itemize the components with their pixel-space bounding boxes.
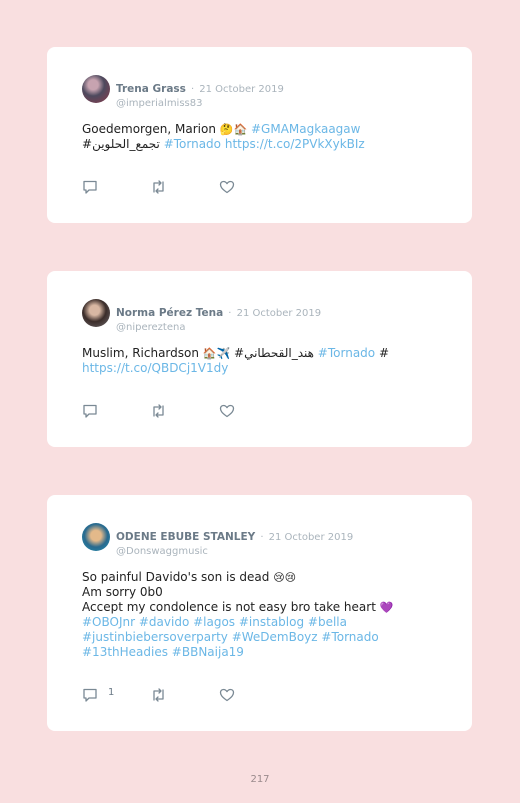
- reply-button[interactable]: 1: [82, 687, 114, 703]
- tweet-date[interactable]: 21 October 2019: [237, 308, 322, 319]
- tweet-line: Muslim, Richardson 🏠✈️ #هند_القحطاني #To…: [82, 346, 442, 361]
- text-segment: #هند_القحطاني: [230, 346, 318, 360]
- url-link[interactable]: https://t.co/QBDCj1V1dy: [82, 361, 228, 375]
- tweet-line: Am sorry 0b0: [82, 585, 442, 600]
- avatar[interactable]: [82, 299, 110, 327]
- hashtag-line[interactable]: #OBOJnr #davido #lagos #instablog #bella: [82, 615, 442, 630]
- tweet-text: So painful Davido's son is dead 😢😢 Am so…: [82, 570, 442, 660]
- tweet-line: Goedemorgen, Marion 🤔🏠 #GMAMagkaagaw: [82, 122, 442, 137]
- reply-button[interactable]: [82, 179, 98, 195]
- meta-separator: ·: [228, 308, 232, 319]
- author-name[interactable]: Trena Grass: [116, 83, 186, 95]
- retweet-icon: [153, 180, 164, 194]
- tweet-card: ODENE EBUBE STANLEY · 21 October 2019 @D…: [47, 495, 472, 731]
- tweet-line: #تجمع_الحلوين #Tornado https://t.co/2PVk…: [82, 137, 442, 152]
- text-segment: Muslim, Richardson: [82, 346, 203, 360]
- author-name[interactable]: ODENE EBUBE STANLEY: [116, 531, 255, 543]
- tweet-meta: Norma Pérez Tena · 21 October 2019 @nipe…: [116, 301, 321, 333]
- retweet-button[interactable]: [150, 179, 167, 195]
- heart-icon: [219, 688, 235, 702]
- tweet-line: So painful Davido's son is dead 😢😢: [82, 570, 442, 585]
- url-link[interactable]: https://t.co/2PVkXykBIz: [225, 137, 365, 151]
- text-segment: So painful Davido's son is dead: [82, 570, 274, 584]
- tweet-meta: Trena Grass · 21 October 2019 @imperialm…: [116, 77, 284, 109]
- like-button[interactable]: [219, 687, 235, 703]
- emoji: 💜: [379, 601, 394, 614]
- hashtag-link[interactable]: #Tornado: [318, 346, 375, 360]
- reply-icon: [83, 180, 97, 194]
- reply-count: 1: [108, 687, 115, 698]
- heart-icon: [219, 404, 235, 418]
- avatar[interactable]: [82, 523, 110, 551]
- author-handle[interactable]: @Donswaggmusic: [116, 546, 353, 557]
- heart-icon: [219, 180, 235, 194]
- emoji: 😢😢: [273, 571, 297, 584]
- tweet-card: Trena Grass · 21 October 2019 @imperialm…: [47, 47, 472, 223]
- retweet-icon: [153, 688, 164, 702]
- tweet-date[interactable]: 21 October 2019: [269, 532, 354, 543]
- hashtag-line[interactable]: #justinbiebersoverparty #WeDemBoyz #Torn…: [82, 630, 442, 645]
- emoji: 🏠✈️: [202, 347, 231, 360]
- meta-separator: ·: [260, 532, 264, 543]
- hashtag-link[interactable]: #Tornado: [164, 137, 225, 151]
- retweet-button[interactable]: [150, 687, 167, 703]
- text-segment: Accept my condolence is not easy bro tak…: [82, 600, 380, 614]
- avatar[interactable]: [82, 75, 110, 103]
- text-segment: #تجمع_الحلوين: [82, 137, 164, 151]
- reply-icon: [83, 688, 97, 702]
- hashtag-line[interactable]: #13thHeadies #BBNaija19: [82, 645, 442, 660]
- reply-button[interactable]: [82, 403, 98, 419]
- author-handle[interactable]: @nipereztena: [116, 322, 321, 333]
- like-button[interactable]: [219, 403, 235, 419]
- text-segment: Am sorry 0b0: [82, 585, 163, 599]
- tweet-line: Accept my condolence is not easy bro tak…: [82, 600, 442, 615]
- like-button[interactable]: [219, 179, 235, 195]
- retweet-button[interactable]: [150, 403, 167, 419]
- meta-separator: ·: [191, 84, 195, 95]
- tweet-line: https://t.co/QBDCj1V1dy: [82, 361, 442, 376]
- retweet-icon: [153, 404, 164, 418]
- page-number: 217: [250, 774, 270, 785]
- text-segment: #: [375, 346, 389, 360]
- hashtag-link[interactable]: #GMAMagkaagaw: [251, 122, 360, 136]
- text-segment: Goedemorgen, Marion: [82, 122, 220, 136]
- tweet-meta: ODENE EBUBE STANLEY · 21 October 2019 @D…: [116, 525, 353, 557]
- emoji: 🤔🏠: [219, 123, 248, 136]
- author-handle[interactable]: @imperialmiss83: [116, 98, 284, 109]
- tweet-card: Norma Pérez Tena · 21 October 2019 @nipe…: [47, 271, 472, 447]
- reply-icon: [83, 404, 97, 418]
- tweet-text: Goedemorgen, Marion 🤔🏠 #GMAMagkaagaw #تج…: [82, 122, 442, 152]
- tweet-date[interactable]: 21 October 2019: [199, 84, 284, 95]
- author-name[interactable]: Norma Pérez Tena: [116, 307, 223, 319]
- tweet-text: Muslim, Richardson 🏠✈️ #هند_القحطاني #To…: [82, 346, 442, 376]
